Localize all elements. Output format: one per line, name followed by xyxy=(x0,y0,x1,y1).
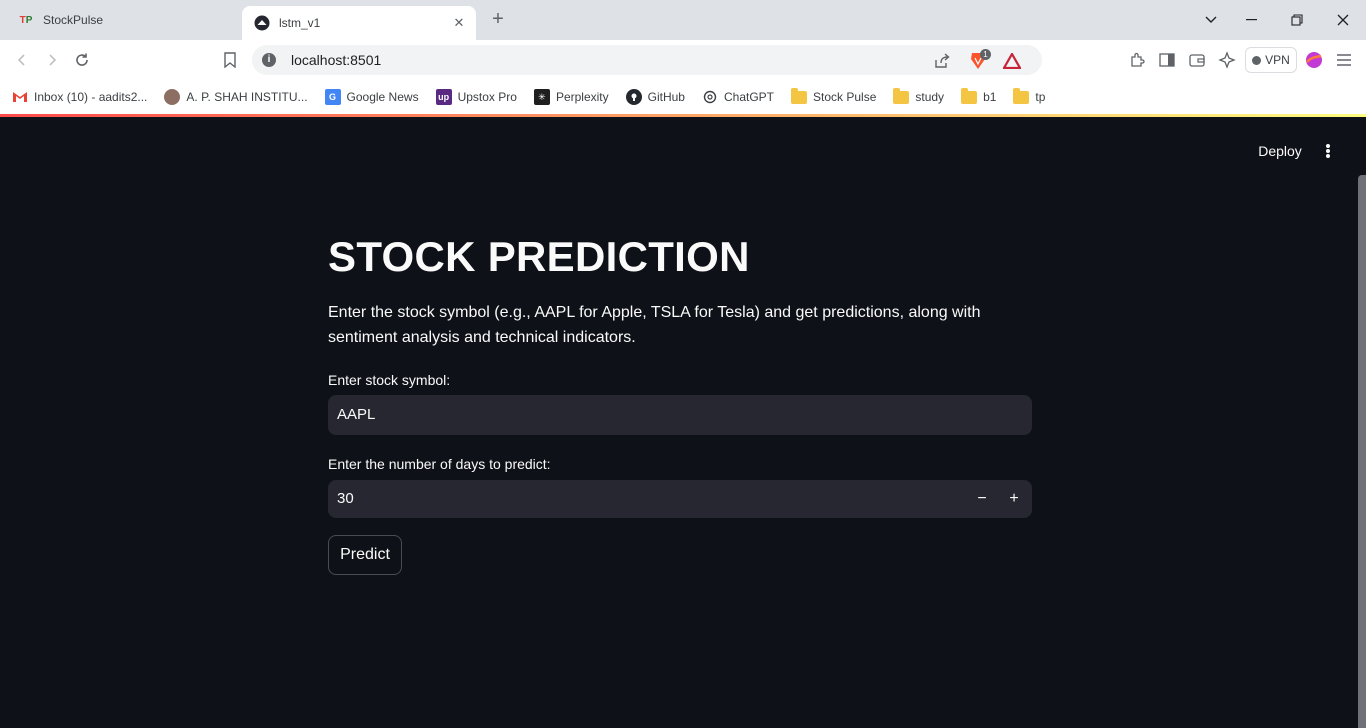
more-options-icon[interactable] xyxy=(1320,141,1336,161)
bookmark-github[interactable]: GitHub xyxy=(622,84,689,110)
bookmark-folder-study[interactable]: study xyxy=(889,84,948,110)
bookmark-upstox[interactable]: up Upstox Pro xyxy=(432,84,521,110)
bookmark-apsit[interactable]: A. P. SHAH INSTITU... xyxy=(160,84,311,110)
bookmark-label: tp xyxy=(1035,90,1046,104)
folder-icon xyxy=(893,87,910,105)
new-tab-button[interactable]: + xyxy=(486,8,510,32)
gmail-icon xyxy=(12,89,28,105)
menu-icon[interactable] xyxy=(1334,50,1354,70)
address-bar[interactable]: i localhost:8501 1 xyxy=(252,45,1042,75)
github-icon xyxy=(625,89,642,105)
wallet-icon[interactable] xyxy=(1187,50,1207,70)
vpn-status-icon xyxy=(1252,55,1262,65)
restore-button[interactable] xyxy=(1274,0,1320,40)
share-icon[interactable] xyxy=(932,51,952,71)
bookmark-label: Perplexity xyxy=(555,90,609,104)
bookmark-chatgpt[interactable]: ChatGPT xyxy=(698,84,778,110)
scrollbar[interactable] xyxy=(1358,175,1366,728)
upstox-icon: up xyxy=(435,89,452,105)
tab-stockpulse[interactable]: TP StockPulse xyxy=(8,0,240,40)
tab-title: lstm_v1 xyxy=(279,16,321,30)
bookmark-label: Google News xyxy=(346,90,419,104)
url-text: localhost:8501 xyxy=(291,52,382,68)
shields-badge: 1 xyxy=(980,49,991,60)
bookmark-gmail[interactable]: Inbox (10) - aadits2... xyxy=(8,84,151,110)
predict-button[interactable]: Predict xyxy=(328,535,402,575)
brave-shields-icon[interactable]: 1 xyxy=(968,49,991,71)
bookmark-label: A. P. SHAH INSTITU... xyxy=(186,90,308,104)
decrement-button[interactable]: − xyxy=(966,480,998,518)
minimize-button[interactable] xyxy=(1228,0,1274,40)
bookmark-label: Upstox Pro xyxy=(457,90,517,104)
google-news-icon: G xyxy=(324,89,341,105)
browser-window: TP StockPulse lstm_v1 ✕ + i localhost:85… xyxy=(0,0,1366,728)
streamlit-icon xyxy=(254,15,270,31)
folder-icon xyxy=(1013,87,1030,105)
app-page: Deploy STOCK PREDICTION Enter the stock … xyxy=(0,117,1366,728)
days-label: Enter the number of days to predict: xyxy=(328,456,551,472)
sidebar-icon[interactable] xyxy=(1157,50,1177,70)
close-window-button[interactable] xyxy=(1320,0,1366,40)
increment-button[interactable]: + xyxy=(998,480,1030,518)
brave-rewards-icon[interactable] xyxy=(1002,51,1022,71)
deploy-button[interactable]: Deploy xyxy=(1250,139,1310,163)
leo-ai-icon[interactable] xyxy=(1217,50,1237,70)
back-icon[interactable] xyxy=(10,48,34,72)
stock-symbol-input[interactable] xyxy=(328,395,1032,435)
site-info-icon[interactable]: i xyxy=(262,53,276,67)
folder-icon xyxy=(961,87,978,105)
apsit-icon xyxy=(164,89,181,105)
tab-title: StockPulse xyxy=(43,13,104,27)
chatgpt-icon xyxy=(702,89,718,105)
bookmark-label: ChatGPT xyxy=(723,90,774,104)
bookmark-label: Inbox (10) - aadits2... xyxy=(34,90,148,104)
page-title: STOCK PREDICTION xyxy=(328,233,750,280)
tp-logo-icon: TP xyxy=(19,14,33,26)
vpn-label: VPN xyxy=(1265,53,1290,67)
profile-avatar-icon[interactable] xyxy=(1304,50,1324,70)
bookmark-label: study xyxy=(915,90,945,104)
days-number-input[interactable]: 30 − + xyxy=(328,480,1032,518)
bookmarks-bar: Inbox (10) - aadits2... A. P. SHAH INSTI… xyxy=(0,80,1366,114)
perplexity-icon: ✳ xyxy=(533,89,550,105)
bookmark-folder-b1[interactable]: b1 xyxy=(957,84,1000,110)
folder-icon xyxy=(791,87,807,105)
bookmark-folder-tp[interactable]: tp xyxy=(1009,84,1049,110)
reload-icon[interactable] xyxy=(70,48,94,72)
bookmark-label: b1 xyxy=(983,90,997,104)
forward-icon[interactable] xyxy=(40,48,64,72)
bookmark-perplexity[interactable]: ✳ Perplexity xyxy=(530,84,613,110)
bookmark-folder-stock-pulse[interactable]: Stock Pulse xyxy=(787,84,880,110)
browser-toolbar: i localhost:8501 1 VPN xyxy=(0,40,1366,80)
extensions-icon[interactable] xyxy=(1127,50,1147,70)
tab-lstm-v1[interactable]: lstm_v1 ✕ xyxy=(242,6,476,40)
tab-strip: TP StockPulse lstm_v1 ✕ + xyxy=(0,0,1366,40)
bookmark-google-news[interactable]: G Google News xyxy=(321,84,423,110)
vpn-button[interactable]: VPN xyxy=(1245,47,1297,73)
page-description: Enter the stock symbol (e.g., AAPL for A… xyxy=(328,304,981,346)
symbol-label: Enter stock symbol: xyxy=(328,372,451,388)
bookmark-label: GitHub xyxy=(647,90,685,104)
days-value: 30 xyxy=(337,490,354,507)
bookmark-icon[interactable] xyxy=(218,48,242,72)
bookmark-label: Stock Pulse xyxy=(813,90,877,104)
close-tab-icon[interactable]: ✕ xyxy=(450,14,468,32)
